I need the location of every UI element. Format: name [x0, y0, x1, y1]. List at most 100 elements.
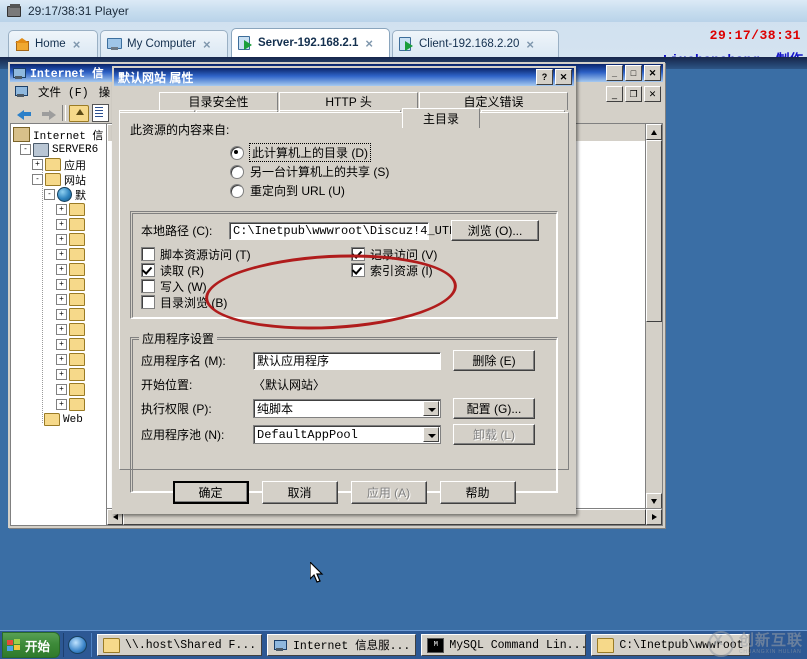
ok-button[interactable]: 确定 — [172, 481, 249, 504]
local-path-input[interactable]: C:\Inetpub\wwwroot\Discuz!4_UTF8 — [229, 221, 463, 240]
tree-item[interactable]: + — [13, 337, 106, 352]
tree-item[interactable]: + — [13, 202, 106, 217]
minimize-button[interactable]: _ — [606, 65, 623, 81]
remove-button[interactable]: 删除 (E) — [453, 350, 535, 371]
tree-item[interactable]: + — [13, 277, 106, 292]
radio-redirect-url[interactable]: 重定向到 URL (U) — [230, 182, 558, 199]
chevron-down-icon[interactable] — [423, 427, 439, 442]
scroll-right-button[interactable] — [646, 509, 662, 525]
tree-toggle[interactable]: + — [56, 264, 67, 275]
taskbar-item-iis[interactable]: Internet 信息服... — [267, 634, 417, 656]
radio-local-directory[interactable]: 此计算机上的目录 (D) — [230, 143, 558, 162]
tree-item[interactable]: + — [13, 322, 106, 337]
tree-toggle[interactable]: + — [56, 384, 67, 395]
checkbox-indicator[interactable] — [141, 279, 155, 293]
vm-tab-my-computer[interactable]: My Computer × — [100, 30, 228, 57]
tree-item[interactable]: Web — [13, 412, 106, 427]
tree-toggle[interactable]: + — [56, 354, 67, 365]
tree-toggle[interactable]: - — [32, 174, 43, 185]
tree-item[interactable]: + — [13, 232, 106, 247]
close-button[interactable]: ✕ — [555, 69, 572, 85]
scroll-down-button[interactable] — [646, 493, 662, 509]
tree-item[interactable]: + — [13, 352, 106, 367]
tree-item[interactable]: + — [13, 217, 106, 232]
tree-item[interactable]: + — [13, 262, 106, 277]
tree-item[interactable]: + — [13, 397, 106, 412]
website-properties-dialog[interactable]: 默认网站 属性 ? ✕ 目录安全性 HTTP 头 自定义错误 网站 性能 ISA… — [112, 66, 576, 514]
checkbox-script-source-access[interactable]: 脚本资源访问 (T) — [141, 246, 351, 262]
vm-tab-client[interactable]: Client-192.168.2.20 × — [392, 30, 559, 57]
tab-home-directory[interactable]: 主目录 — [402, 108, 480, 128]
checkbox-directory-browsing[interactable]: 目录浏览 (B) — [141, 294, 351, 310]
taskbar-item-shared-folder[interactable]: \\.host\Shared F... — [97, 634, 263, 656]
up-folder-icon[interactable] — [69, 104, 89, 122]
back-arrow-icon[interactable] — [14, 104, 35, 123]
exec-permission-select[interactable]: 纯脚本 — [253, 399, 441, 418]
tree-item[interactable]: - 网站 — [13, 172, 106, 188]
scroll-up-button[interactable] — [646, 124, 662, 140]
tree-toggle[interactable]: + — [56, 324, 67, 335]
tree-item[interactable]: + — [13, 382, 106, 397]
checkbox-write[interactable]: 写入 (W) — [141, 278, 351, 294]
tree-toggle[interactable]: + — [56, 309, 67, 320]
help-button[interactable]: 帮助 — [439, 481, 516, 504]
menu-item-file[interactable]: 文件 (F) — [33, 83, 94, 101]
tree-toggle[interactable]: - — [44, 189, 55, 200]
tab-http-headers[interactable]: HTTP 头 — [279, 92, 419, 110]
chevron-down-icon[interactable] — [423, 401, 439, 416]
tree-item[interactable]: Internet 信 — [13, 127, 106, 143]
close-icon[interactable]: × — [526, 38, 534, 51]
ie-icon[interactable] — [68, 636, 88, 654]
tree-item[interactable]: + — [13, 307, 106, 322]
tree-toggle[interactable]: + — [56, 234, 67, 245]
radio-network-share[interactable]: 另一台计算机上的共享 (S) — [230, 163, 558, 180]
tree-toggle[interactable]: + — [56, 339, 67, 350]
checkbox-indicator[interactable] — [351, 263, 365, 277]
close-icon[interactable]: × — [203, 38, 211, 51]
properties-icon[interactable] — [92, 104, 109, 122]
close-button[interactable]: ✕ — [644, 65, 661, 81]
forward-arrow-icon[interactable] — [38, 104, 59, 123]
tree-toggle[interactable]: + — [56, 294, 67, 305]
vm-tab-server[interactable]: Server-192.168.2.1 × — [231, 28, 390, 57]
tree-item[interactable]: + — [13, 247, 106, 262]
radio-indicator[interactable] — [230, 164, 244, 179]
tab-directory-security[interactable]: 目录安全性 — [159, 92, 279, 110]
tree-toggle[interactable]: + — [56, 204, 67, 215]
checkbox-log-visits[interactable]: 记录访问 (V) — [351, 246, 437, 262]
tree-toggle[interactable]: + — [56, 279, 67, 290]
checkbox-index-resource[interactable]: 索引资源 (I) — [351, 262, 437, 278]
close-icon[interactable]: × — [365, 37, 373, 50]
child-restore-button[interactable]: ❐ — [625, 86, 642, 102]
tree-item[interactable]: - 默 — [13, 187, 106, 203]
tree-toggle[interactable]: - — [20, 144, 31, 155]
scroll-thumb[interactable] — [646, 140, 662, 322]
help-button[interactable]: ? — [536, 69, 553, 85]
iis-tree-pane[interactable]: Internet 信 - SERVER6 + 应用 - 网站 - 默 + + +… — [10, 123, 106, 526]
cancel-button[interactable]: 取消 — [261, 481, 338, 504]
radio-indicator[interactable] — [230, 183, 244, 198]
radio-indicator[interactable] — [230, 145, 244, 160]
tree-toggle[interactable]: + — [32, 159, 43, 170]
tree-toggle[interactable]: + — [56, 249, 67, 260]
checkbox-indicator[interactable] — [141, 295, 155, 309]
checkbox-read[interactable]: 读取 (R) — [141, 262, 351, 278]
list-vertical-scrollbar[interactable] — [645, 124, 662, 525]
close-icon[interactable]: × — [73, 38, 81, 51]
checkbox-indicator[interactable] — [141, 247, 155, 261]
tree-toggle[interactable]: + — [56, 219, 67, 230]
checkbox-indicator[interactable] — [351, 247, 365, 261]
tree-toggle[interactable]: + — [56, 369, 67, 380]
app-name-input[interactable]: 默认应用程序 — [253, 351, 441, 370]
checkbox-indicator[interactable] — [141, 263, 155, 277]
app-pool-select[interactable]: DefaultAppPool — [253, 425, 441, 444]
tree-item[interactable]: - SERVER6 — [13, 142, 106, 157]
vm-tab-home[interactable]: Home × — [8, 30, 98, 57]
tree-toggle[interactable]: + — [56, 399, 67, 410]
child-minimize-button[interactable]: _ — [606, 86, 623, 102]
tree-item[interactable]: + — [13, 292, 106, 307]
tree-item[interactable]: + — [13, 367, 106, 382]
maximize-button[interactable]: □ — [625, 65, 642, 81]
start-button[interactable]: 开始 — [2, 632, 61, 658]
browse-button[interactable]: 浏览 (O)... — [451, 220, 539, 241]
